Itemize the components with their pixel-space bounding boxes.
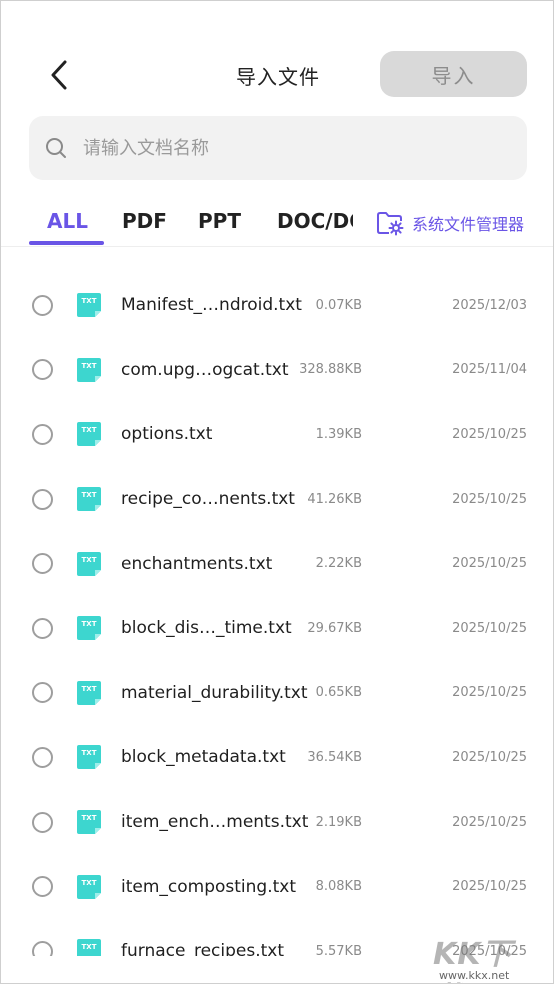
file-date: 2025/11/04 — [452, 362, 527, 378]
file-row[interactable]: TXT block_dis…_time.txt 29.67KB 2025/10/25 — [1, 596, 553, 661]
file-size: 0.65KB — [315, 685, 362, 701]
file-date: 2025/10/25 — [452, 749, 527, 765]
file-row[interactable]: TXT options.txt 1.39KB 2025/10/25 — [1, 402, 553, 467]
search-icon — [45, 137, 67, 159]
file-list: TXT Manifest_…ndroid.txt 0.07KB 2025/12/03 T… — [1, 273, 553, 983]
file-name: item_ench…ments.txt — [121, 812, 309, 833]
select-radio[interactable] — [32, 488, 53, 510]
select-radio[interactable] — [32, 359, 53, 381]
file-name: block_dis…_time.txt — [121, 618, 292, 639]
file-date: 2025/10/25 — [452, 814, 527, 830]
search-input[interactable] — [83, 137, 483, 159]
file-name: options.txt — [121, 424, 213, 445]
header: 导入文件 导入 — [1, 41, 553, 107]
file-size: 2.22KB — [315, 556, 362, 572]
file-size: 328.88KB — [299, 362, 362, 378]
file-row[interactable]: TXT item_composting.txt 8.08KB 2025/10/25 — [1, 854, 553, 919]
file-name: material_durability.txt — [121, 682, 308, 703]
file-size: 1.39KB — [315, 426, 362, 442]
select-radio[interactable] — [32, 746, 53, 768]
file-type-label: TXT — [82, 426, 97, 434]
system-file-manager-label: 系统文件管理器 — [412, 215, 525, 234]
file-date: 2025/10/25 — [452, 491, 527, 507]
system-file-manager-button[interactable]: 系统文件管理器 — [375, 209, 524, 237]
txt-file-icon: TXT — [77, 551, 101, 576]
file-name: item_composting.txt — [121, 876, 297, 897]
file-row[interactable]: TXT material_durability.txt 0.65KB 2025/10/… — [1, 661, 553, 726]
file-type-label: TXT — [82, 556, 97, 564]
file-row[interactable]: TXT enchantments.txt 2.22KB 2025/10/25 — [1, 531, 553, 596]
select-radio[interactable] — [32, 876, 53, 898]
file-date: 2025/10/25 — [452, 556, 527, 572]
file-name: block_metadata.txt — [121, 747, 286, 768]
file-type-label: TXT — [82, 620, 97, 628]
file-type-label: TXT — [82, 943, 97, 951]
txt-file-icon: TXT — [77, 680, 101, 705]
file-row[interactable]: TXT block_metadata.txt 36.54KB 2025/10/25 — [1, 725, 553, 790]
txt-file-icon: TXT — [77, 874, 101, 899]
txt-file-icon: TXT — [77, 616, 101, 641]
select-radio[interactable] — [32, 423, 53, 445]
active-tab-indicator — [29, 241, 104, 245]
file-row[interactable]: TXT Manifest_…ndroid.txt 0.07KB 2025/12/03 — [1, 273, 553, 338]
file-date: 2025/10/25 — [452, 685, 527, 701]
file-type-label: TXT — [82, 879, 97, 887]
search-bar[interactable] — [29, 116, 527, 180]
txt-file-icon: TXT — [77, 422, 101, 447]
file-type-label: TXT — [82, 362, 97, 370]
file-date: 2025/12/03 — [452, 297, 527, 313]
file-name: recipe_co…nents.txt — [121, 489, 295, 510]
file-type-label: TXT — [82, 685, 97, 693]
tab-ppt[interactable]: PPT — [198, 209, 241, 233]
folder-gear-icon — [377, 212, 404, 236]
file-type-tabs: ALL PDF PPT DOC/DOCX 系统文件管理器 — [1, 197, 553, 247]
file-row[interactable]: TXT com.upg…ogcat.txt 328.88KB 2025/11/04 — [1, 338, 553, 403]
select-radio[interactable] — [32, 553, 53, 575]
file-name: com.upg…ogcat.txt — [121, 359, 289, 380]
file-date: 2025/10/25 — [452, 879, 527, 895]
file-type-label: TXT — [82, 814, 97, 822]
txt-file-icon: TXT — [77, 745, 101, 770]
file-name: Manifest_…ndroid.txt — [121, 295, 302, 316]
file-size: 2.19KB — [315, 814, 362, 830]
file-size: 41.26KB — [307, 491, 362, 507]
file-type-label: TXT — [82, 491, 97, 499]
tab-doc[interactable]: DOC/DOCX — [277, 209, 353, 233]
file-size: 8.08KB — [315, 879, 362, 895]
select-radio[interactable] — [32, 294, 53, 316]
import-button[interactable]: 导入 — [380, 51, 527, 97]
file-size: 36.54KB — [307, 749, 362, 765]
select-radio[interactable] — [32, 682, 53, 704]
select-radio[interactable] — [32, 811, 53, 833]
tab-all[interactable]: ALL — [47, 209, 88, 233]
txt-file-icon: TXT — [77, 357, 101, 382]
bottom-edge — [1, 956, 553, 983]
import-file-screen: 导入文件 导入 ALL PDF PPT DOC/DOCX 系统文件管理器 — [0, 0, 554, 984]
txt-file-icon: TXT — [77, 487, 101, 512]
file-row[interactable]: TXT recipe_co…nents.txt 41.26KB 2025/10/25 — [1, 467, 553, 532]
file-size: 0.07KB — [315, 297, 362, 313]
tab-pdf[interactable]: PDF — [122, 209, 167, 233]
tab-doc-label: DOC/DOCX — [277, 209, 353, 233]
file-name: enchantments.txt — [121, 553, 273, 574]
select-radio[interactable] — [32, 617, 53, 639]
file-size: 29.67KB — [307, 620, 362, 636]
file-date: 2025/10/25 — [452, 426, 527, 442]
file-type-label: TXT — [82, 297, 97, 305]
txt-file-icon: TXT — [77, 293, 101, 318]
txt-file-icon: TXT — [77, 810, 101, 835]
file-row[interactable]: TXT item_ench…ments.txt 2.19KB 2025/10/25 — [1, 790, 553, 855]
file-date: 2025/10/25 — [452, 620, 527, 636]
file-type-label: TXT — [82, 749, 97, 757]
